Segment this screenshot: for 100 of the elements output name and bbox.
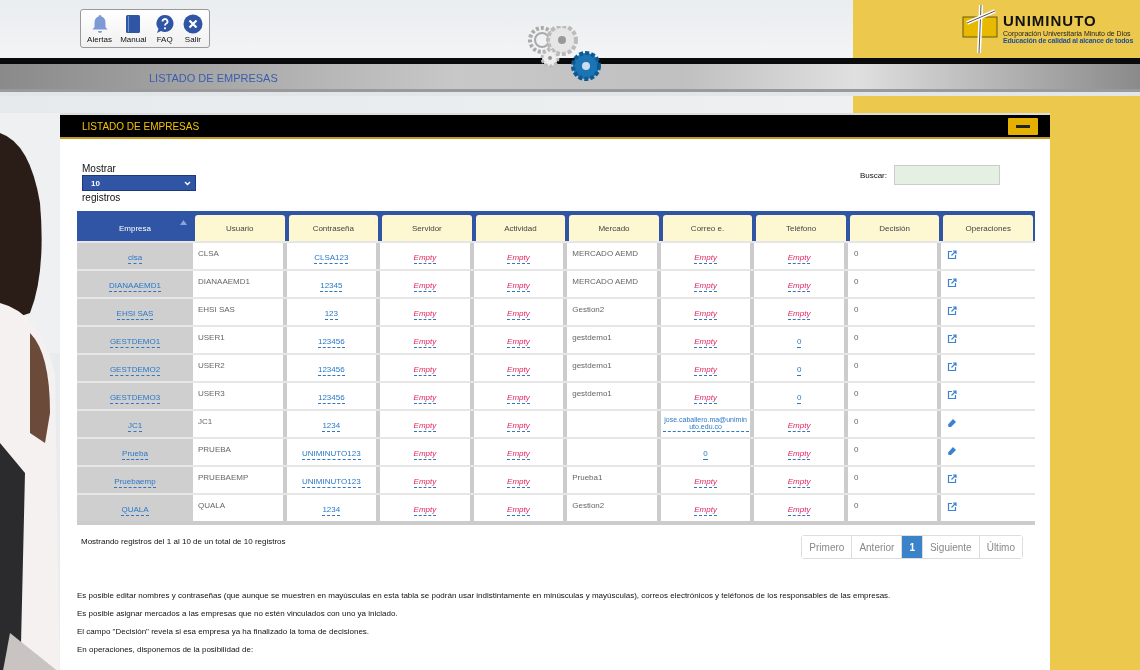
- editable-link[interactable]: Empty: [413, 478, 437, 488]
- cell-text: 0: [853, 473, 859, 482]
- external-link-icon[interactable]: [947, 362, 958, 372]
- external-link-icon[interactable]: [947, 334, 958, 344]
- cell-text: Gestion2: [572, 501, 605, 510]
- chevron-icon: [184, 180, 191, 186]
- editable-link[interactable]: 123: [324, 310, 338, 320]
- editable-link[interactable]: 123456: [317, 366, 345, 376]
- editable-link[interactable]: Empty: [413, 282, 437, 292]
- logo-icon: [961, 3, 1001, 55]
- column-header[interactable]: Operaciones: [943, 215, 1033, 241]
- column-header[interactable]: Contraseña: [288, 215, 379, 241]
- editable-link[interactable]: 1234: [322, 422, 341, 432]
- editable-link[interactable]: 0: [703, 450, 708, 460]
- column-header[interactable]: Correo e.: [662, 215, 753, 241]
- editable-link[interactable]: JC1: [127, 422, 143, 432]
- editable-link[interactable]: Empty: [787, 310, 811, 320]
- editable-link[interactable]: Empty: [787, 506, 811, 516]
- editable-link[interactable]: Empty: [507, 310, 530, 320]
- note-text: El campo "Decisión" revela si esa empresa ya ha finalizado la toma de decisiones.: [77, 627, 371, 636]
- editable-link[interactable]: Prueba: [122, 450, 148, 460]
- page-title: LISTADO DE EMPRESAS: [149, 72, 278, 84]
- column-header[interactable]: Usuario: [195, 215, 285, 241]
- editable-link[interactable]: Empty: [413, 394, 437, 404]
- eraser-icon[interactable]: [947, 418, 958, 428]
- toolbar-button[interactable]: Salir: [182, 13, 203, 44]
- column-header[interactable]: Servidor: [382, 215, 472, 241]
- editable-link[interactable]: Empty: [787, 450, 811, 460]
- cell-text: 0: [853, 249, 859, 258]
- editable-link[interactable]: Empty: [507, 394, 530, 404]
- editable-link[interactable]: Empty: [787, 254, 811, 264]
- cell-text: 0: [853, 277, 859, 286]
- editable-link[interactable]: UNIMINUTO123: [302, 478, 361, 488]
- editable-link[interactable]: Empty: [507, 478, 530, 488]
- cell-text: gestdemo1: [572, 361, 612, 370]
- column-header[interactable]: Teléfono: [756, 215, 846, 241]
- editable-link[interactable]: clsa: [127, 254, 143, 264]
- editable-link[interactable]: Empty: [413, 254, 437, 264]
- column-header[interactable]: Mercado: [569, 215, 659, 241]
- minimize-button[interactable]: [1008, 117, 1038, 135]
- editable-link[interactable]: 123456: [317, 338, 345, 348]
- external-link-icon[interactable]: [947, 250, 958, 260]
- editable-link[interactable]: GESTDEMO1: [109, 338, 161, 348]
- editable-link[interactable]: Empty: [507, 450, 530, 460]
- search-field[interactable]: [894, 165, 1000, 185]
- editable-link[interactable]: Empty: [694, 366, 717, 376]
- column-header[interactable]: Decisión: [849, 215, 940, 241]
- editable-link[interactable]: Empty: [413, 506, 437, 516]
- editable-link[interactable]: Empty: [694, 394, 717, 404]
- editable-link[interactable]: Pruebaemp: [114, 478, 156, 488]
- editable-link[interactable]: Empty: [694, 338, 717, 348]
- editable-link[interactable]: 12345: [320, 282, 343, 292]
- editable-link[interactable]: Empty: [413, 422, 437, 432]
- editable-link[interactable]: DIANAAEMD1: [109, 282, 161, 292]
- cell-text: 0: [853, 389, 859, 398]
- toolbar-button[interactable]: Alertas: [87, 13, 112, 44]
- editable-link[interactable]: 0: [796, 394, 802, 404]
- toolbar-button[interactable]: Manual: [120, 13, 147, 44]
- editable-link[interactable]: 0: [796, 338, 802, 348]
- editable-link[interactable]: GESTDEMO2: [109, 366, 161, 376]
- editable-link[interactable]: UNIMINUTO123: [302, 450, 361, 460]
- editable-link[interactable]: Empty: [787, 422, 811, 432]
- external-link-icon[interactable]: [947, 278, 958, 288]
- editable-link[interactable]: Empty: [694, 282, 717, 292]
- editable-link[interactable]: Empty: [694, 506, 717, 516]
- editable-link[interactable]: Empty: [413, 310, 437, 320]
- editable-link[interactable]: Empty: [694, 254, 717, 264]
- external-link-icon[interactable]: [947, 306, 958, 316]
- editable-link[interactable]: Empty: [507, 282, 530, 292]
- editable-link[interactable]: 123456: [317, 394, 345, 404]
- editable-link[interactable]: Empty: [507, 506, 530, 516]
- editable-link[interactable]: QUALA: [121, 506, 149, 516]
- editable-link[interactable]: Empty: [507, 366, 530, 376]
- editable-link[interactable]: Empty: [413, 450, 437, 460]
- column-header[interactable]: Actividad: [475, 215, 566, 241]
- length-select[interactable]: 10: [82, 175, 196, 191]
- editable-link[interactable]: CLSA123: [314, 254, 349, 264]
- external-link-icon[interactable]: [947, 390, 958, 400]
- toolbar-button[interactable]: FAQ: [154, 13, 175, 44]
- editable-link[interactable]: Empty: [507, 254, 530, 264]
- editable-link[interactable]: Empty: [787, 282, 811, 292]
- page-button[interactable]: 1: [901, 536, 922, 558]
- editable-link[interactable]: EHSI SAS: [116, 310, 154, 320]
- editable-link[interactable]: Empty: [694, 310, 717, 320]
- external-link-icon[interactable]: [947, 474, 958, 484]
- editable-link[interactable]: Empty: [507, 422, 530, 432]
- logo-name: UNIMINUTO: [1003, 13, 1098, 30]
- cell-text: JC1: [198, 417, 213, 426]
- page-button[interactable]: Último: [978, 536, 1022, 558]
- editable-link[interactable]: 1234: [322, 506, 341, 516]
- editable-link[interactable]: Empty: [787, 478, 811, 488]
- editable-link[interactable]: Empty: [507, 338, 530, 348]
- editable-link[interactable]: Empty: [413, 366, 437, 376]
- editable-link[interactable]: GESTDEMO3: [109, 394, 161, 404]
- editable-link[interactable]: Empty: [413, 338, 437, 348]
- editable-link[interactable]: Empty: [694, 478, 717, 488]
- editable-link[interactable]: 0: [796, 366, 802, 376]
- eraser-icon[interactable]: [947, 446, 958, 456]
- external-link-icon[interactable]: [947, 502, 958, 512]
- cell-text: QUALA: [198, 501, 226, 510]
